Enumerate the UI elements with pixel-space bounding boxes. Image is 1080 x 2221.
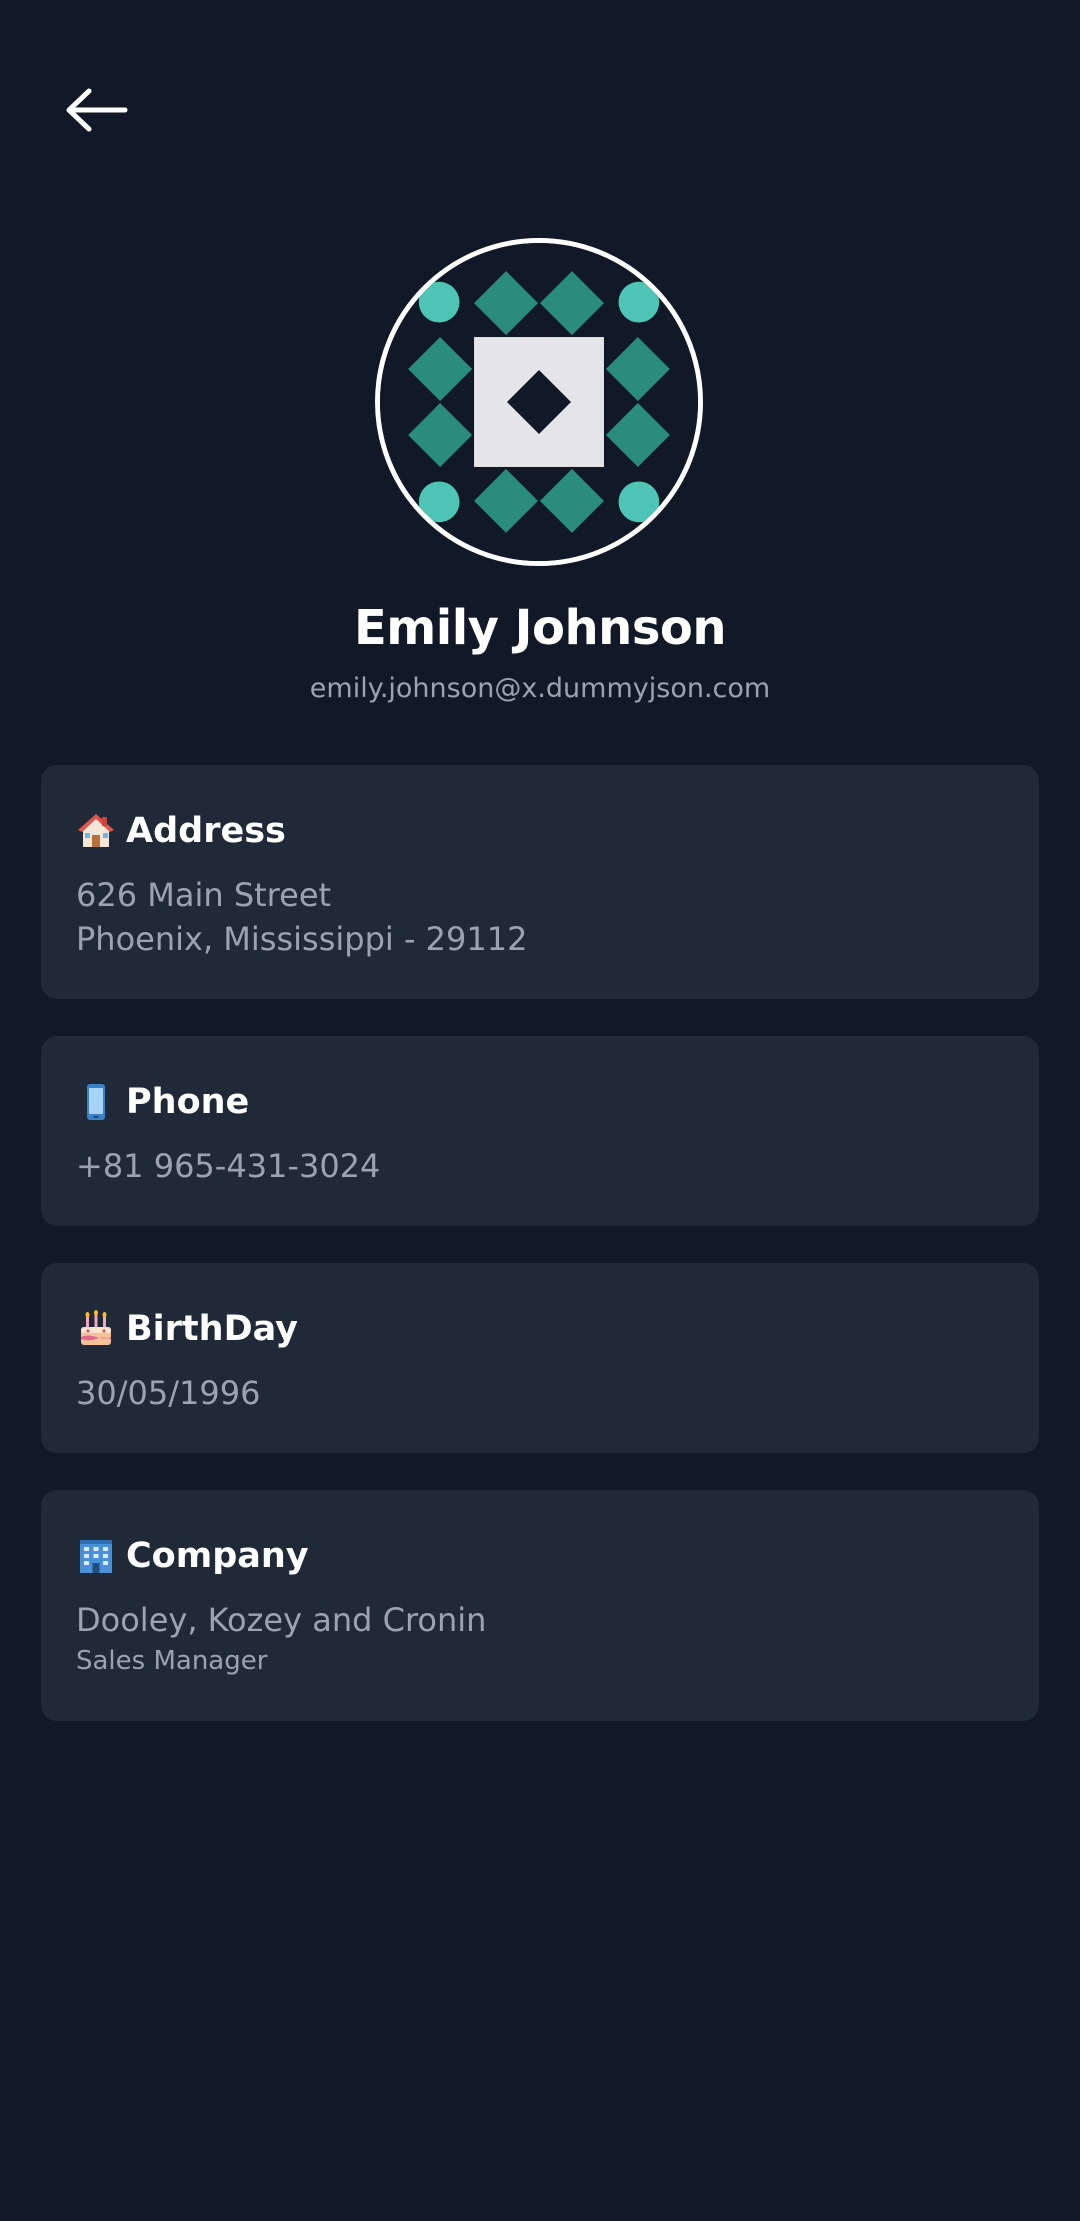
profile-email: emily.johnson@x.dummyjson.com <box>309 673 771 704</box>
company-title: Company <box>126 1536 309 1576</box>
phone-card-title: Phone <box>76 1074 1004 1130</box>
address-card: Address 626 Main Street Phoenix, Mississ… <box>41 765 1039 999</box>
phone-body: +81 965-431-3024 <box>76 1144 1004 1188</box>
birthday-body: 30/05/1996 <box>76 1371 1004 1415</box>
address-title: Address <box>126 811 286 851</box>
profile-name: Emily Johnson <box>353 600 727 656</box>
office-building-icon <box>76 1536 116 1576</box>
company-role: Sales Manager <box>76 1646 268 1676</box>
company-card-title: Company <box>76 1528 1004 1584</box>
phone-card: Phone +81 965-431-3024 <box>41 1036 1039 1226</box>
identicon-avatar-icon <box>380 243 698 561</box>
address-card-title: Address <box>76 803 1004 859</box>
phone-title: Phone <box>126 1082 250 1122</box>
address-line-city: Phoenix, Mississippi - 29112 <box>76 920 528 958</box>
company-body: Dooley, Kozey and Cronin Sales Manager <box>76 1598 1004 1680</box>
company-card: Company Dooley, Kozey and Cronin Sales M… <box>41 1490 1039 1721</box>
back-button[interactable] <box>52 72 140 148</box>
birthday-title: BirthDay <box>126 1309 298 1349</box>
company-name: Dooley, Kozey and Cronin <box>76 1601 487 1639</box>
birthday-cake-icon <box>76 1309 116 1349</box>
arrow-left-icon <box>66 88 128 132</box>
phone-number[interactable]: +81 965-431-3024 <box>76 1144 1004 1188</box>
house-icon <box>76 811 116 851</box>
mobile-phone-icon <box>76 1082 116 1122</box>
address-line-street: 626 Main Street <box>76 876 332 914</box>
birthday-date: 30/05/1996 <box>76 1374 261 1412</box>
birthday-card-title: BirthDay <box>76 1301 1004 1357</box>
avatar[interactable] <box>375 238 703 566</box>
birthday-card: BirthDay 30/05/1996 <box>41 1263 1039 1453</box>
profile-screen: Emily Johnson emily.johnson@x.dummyjson.… <box>0 0 1080 2221</box>
address-body: 626 Main Street Phoenix, Mississippi - 2… <box>76 873 1004 961</box>
